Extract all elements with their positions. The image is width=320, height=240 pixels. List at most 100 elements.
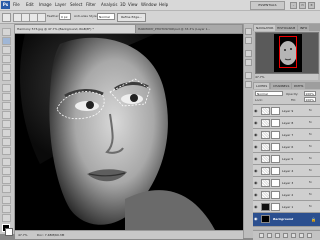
blur-tool-icon[interactable] xyxy=(2,138,11,146)
marquee-tool-icon[interactable] xyxy=(2,37,11,45)
menu-select[interactable]: Select xyxy=(70,2,82,7)
fx-icon[interactable]: fx xyxy=(309,108,312,112)
fx-icon[interactable]: fx xyxy=(309,192,312,196)
layer-name[interactable]: Layer 2 xyxy=(282,192,293,198)
tab-navigator[interactable]: NAVIGATOR xyxy=(254,25,276,31)
fx-icon[interactable]: fx xyxy=(309,132,312,136)
fx-icon[interactable]: fx xyxy=(309,120,312,124)
eraser-tool-icon[interactable] xyxy=(2,120,11,128)
eye-icon[interactable]: ◉ xyxy=(254,168,259,173)
pen-tool-icon[interactable] xyxy=(2,158,11,166)
tab-histogram[interactable]: HISTOGRAM xyxy=(275,25,298,31)
path-select-tool-icon[interactable] xyxy=(2,176,11,184)
layer-row[interactable]: ◉ Layer 7 fx xyxy=(253,129,320,141)
clone-stamp-tool-icon[interactable] xyxy=(2,102,11,110)
layer-style-icon[interactable] xyxy=(267,233,272,238)
gradient-tool-icon[interactable] xyxy=(2,129,11,137)
menu-filter[interactable]: Filter xyxy=(86,2,96,7)
layer-row[interactable]: ◉ Layer 8 fx xyxy=(253,117,320,129)
minimize-button[interactable]: – xyxy=(290,2,297,9)
adjustments-panel-icon[interactable] xyxy=(245,50,252,57)
style-select[interactable]: Normal xyxy=(97,13,115,20)
navigator-view-box[interactable] xyxy=(279,36,297,68)
type-tool-icon[interactable] xyxy=(2,167,11,175)
eye-icon[interactable]: ◉ xyxy=(254,132,259,137)
layer-name[interactable]: Layer 8 xyxy=(282,120,293,126)
trash-icon[interactable] xyxy=(307,233,312,238)
menu-3d[interactable]: 3D xyxy=(120,2,126,7)
intersect-selection-icon[interactable] xyxy=(37,13,46,22)
adjustment-layer-icon[interactable] xyxy=(283,233,288,238)
lasso-tool-icon[interactable] xyxy=(2,46,11,54)
navigator-zoom-bar[interactable]: 47.7% xyxy=(255,74,318,80)
eyedropper-tool-icon[interactable] xyxy=(2,73,11,81)
feather-field[interactable]: 0 px xyxy=(59,13,71,20)
opacity-field[interactable]: 100% xyxy=(304,91,316,96)
layer-name[interactable]: Layer 1 xyxy=(282,204,293,210)
refine-edge-button[interactable]: Refine Edge... xyxy=(117,13,146,22)
layer-mask-thumbnail[interactable] xyxy=(271,179,280,187)
layer-name[interactable]: Layer 9 xyxy=(282,108,293,114)
layer-row[interactable]: ◉ Layer 9 fx xyxy=(253,105,320,117)
history-brush-tool-icon[interactable] xyxy=(2,111,11,119)
menu-edit[interactable]: Edit xyxy=(26,2,34,7)
menu-window[interactable]: Window xyxy=(141,2,157,7)
image-canvas[interactable] xyxy=(15,34,243,230)
eye-icon[interactable]: ◉ xyxy=(254,120,259,125)
navigator-zoom-value[interactable]: 47.7% xyxy=(255,75,265,79)
layer-row-selected[interactable]: ◉ Background 🔒 xyxy=(253,213,320,227)
eye-icon[interactable]: ◉ xyxy=(254,156,259,161)
layer-row[interactable]: ◉ Layer 3 fx xyxy=(253,177,320,189)
layer-row[interactable]: ◉ Layer 4 fx xyxy=(253,165,320,177)
zoom-tool-icon[interactable] xyxy=(2,214,11,222)
fx-icon[interactable]: fx xyxy=(309,168,312,172)
hand-tool-icon[interactable] xyxy=(2,205,11,213)
history-panel-icon[interactable] xyxy=(245,72,252,79)
layer-name[interactable]: Layer 3 xyxy=(282,180,293,186)
eye-icon[interactable]: ◉ xyxy=(254,216,259,221)
layer-mask-thumbnail[interactable] xyxy=(271,119,280,127)
fx-icon[interactable]: fx xyxy=(309,204,312,208)
navigator-preview[interactable] xyxy=(255,32,319,74)
layer-mask-thumbnail[interactable] xyxy=(271,107,280,115)
eye-icon[interactable]: ◉ xyxy=(254,192,259,197)
crop-tool-icon[interactable] xyxy=(2,64,11,72)
eye-icon[interactable]: ◉ xyxy=(254,180,259,185)
new-group-icon[interactable] xyxy=(291,233,296,238)
menu-file[interactable]: File xyxy=(13,2,20,7)
fx-icon[interactable]: fx xyxy=(309,156,312,160)
tab-info[interactable]: INFO xyxy=(298,25,310,31)
fx-icon[interactable]: fx xyxy=(309,144,312,148)
masks-panel-icon[interactable] xyxy=(245,59,252,66)
fill-field[interactable]: 100% xyxy=(304,97,316,102)
actions-panel-icon[interactable] xyxy=(245,81,252,88)
layer-mask-thumbnail[interactable] xyxy=(271,203,280,211)
layer-row[interactable]: ◉ Layer 2 fx xyxy=(253,189,320,201)
layer-name[interactable]: Layer 4 xyxy=(282,168,293,174)
menu-help[interactable]: Help xyxy=(159,2,168,7)
move-tool-icon[interactable] xyxy=(2,28,11,36)
shape-tool-icon[interactable] xyxy=(2,185,11,193)
menu-layer[interactable]: Layer xyxy=(55,2,66,7)
link-layers-icon[interactable] xyxy=(259,233,264,238)
status-zoom[interactable]: 47.7% xyxy=(18,231,28,239)
menu-image[interactable]: Image xyxy=(39,2,52,7)
menu-analysis[interactable]: Analysis xyxy=(101,2,117,7)
layer-row[interactable]: ◉ Layer 5 fx xyxy=(253,153,320,165)
close-button[interactable]: ✕ xyxy=(308,2,315,9)
swatches-panel-icon[interactable] xyxy=(245,37,252,44)
layer-row[interactable]: ◉ Layer 1 fx xyxy=(253,201,320,213)
background-color-swatch[interactable] xyxy=(5,228,13,236)
healing-brush-tool-icon[interactable] xyxy=(2,84,11,92)
layer-mask-thumbnail[interactable] xyxy=(271,131,280,139)
blend-mode-select[interactable]: Normal xyxy=(255,91,283,96)
maximize-button[interactable]: ▭ xyxy=(299,2,306,9)
document-tab-active[interactable]: Harmony 573.jpg @ 47.7% (Background, RGB… xyxy=(15,25,135,33)
dodge-tool-icon[interactable] xyxy=(2,147,11,155)
eye-icon[interactable]: ◉ xyxy=(254,144,259,149)
document-tab-inactive[interactable]: HARMONY_PHOTOSHOP.psd @ 33.3% (Layer 1..… xyxy=(136,25,242,33)
add-mask-icon[interactable] xyxy=(275,233,280,238)
quick-select-tool-icon[interactable] xyxy=(2,55,11,63)
layer-mask-thumbnail[interactable] xyxy=(271,143,280,151)
antialias-label[interactable]: Anti-alias xyxy=(74,14,88,18)
